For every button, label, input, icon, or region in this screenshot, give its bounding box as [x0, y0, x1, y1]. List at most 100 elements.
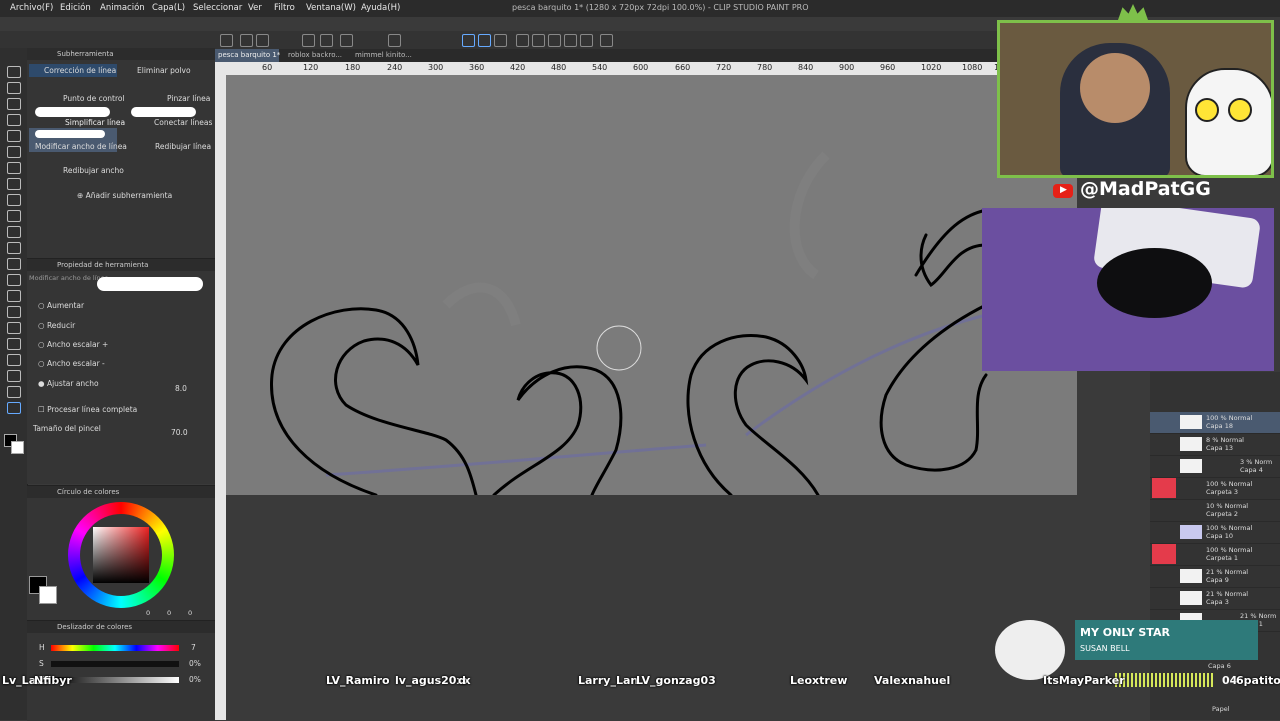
color-slider-header-label: Deslizador de colores — [57, 623, 133, 631]
brush-size-value[interactable]: 70.0 — [171, 428, 188, 437]
new-icon[interactable] — [220, 34, 233, 47]
undo-icon[interactable] — [302, 34, 315, 47]
menu-animacion[interactable]: Animación — [100, 3, 145, 13]
flip-icon[interactable] — [532, 34, 545, 47]
subtool-item-redibujar-linea[interactable]: Redibujar línea — [155, 142, 211, 151]
eyedropper-icon[interactable] — [7, 162, 21, 174]
ruler-tick: 540 — [592, 63, 608, 72]
ruler-tick: 840 — [798, 63, 814, 72]
tab-correccion[interactable]: Corrección de línea — [29, 64, 117, 77]
ruler-tool-icon[interactable] — [7, 354, 21, 366]
menu-archivo[interactable]: Archivo(F) — [10, 3, 53, 13]
process-full-line-checkbox[interactable]: ☐ Procesar línea completa — [38, 405, 137, 414]
layer-row[interactable]: 100 % Normal Capa 18 — [1150, 412, 1280, 434]
layer-mode: Normal — [1228, 414, 1253, 422]
gradient-tool-icon[interactable] — [7, 306, 21, 318]
sub-color-swatch[interactable] — [39, 586, 57, 604]
move-layer-icon[interactable] — [7, 114, 21, 126]
subtool-item-conectar[interactable]: Conectar líneas — [154, 118, 212, 127]
menu-filtro[interactable]: Filtro — [274, 3, 295, 13]
layer-row[interactable]: 100 % Normal Capa 10 — [1150, 522, 1280, 544]
layer-folder-row[interactable]: 10 % Normal Carpeta 2 — [1150, 500, 1280, 522]
hue-slider[interactable] — [51, 645, 179, 651]
magic-wand-icon[interactable] — [7, 146, 21, 158]
zoom-tool-icon[interactable] — [7, 66, 21, 78]
layout-icon[interactable] — [600, 34, 613, 47]
blend-tool-icon[interactable] — [7, 274, 21, 286]
layer-row[interactable]: 8 % Normal Capa 13 — [1150, 434, 1280, 456]
option-ancho-escalar-minus[interactable]: ○ Ancho escalar - — [38, 359, 105, 368]
layer-row[interactable]: 21 % Normal Capa 9 — [1150, 566, 1280, 588]
snap-icon[interactable] — [462, 34, 475, 47]
option-reducir-label: Reducir — [46, 321, 76, 330]
line-correction-tool-icon[interactable] — [7, 402, 21, 414]
open-icon[interactable] — [240, 34, 253, 47]
subtool-item-simplificar[interactable]: Simplificar línea — [65, 118, 125, 127]
tool-palette — [0, 48, 28, 720]
menu-ayuda[interactable]: Ayuda(H) — [361, 3, 400, 13]
layer-row[interactable]: 3 % Norm Capa 4 — [1150, 456, 1280, 478]
pen-tool-icon[interactable] — [7, 178, 21, 190]
play-icon: ▶ — [1060, 185, 1067, 195]
tab-roblox[interactable]: roblox backro... — [288, 51, 342, 59]
viewer-bar: Lv_La... Nfibyr LV_Ramiro lv_agus20xx d … — [0, 670, 1280, 692]
layer-name: Carpeta 2 — [1206, 510, 1239, 518]
redo-icon[interactable] — [320, 34, 333, 47]
eraser-tool-icon[interactable] — [7, 258, 21, 270]
menu-edicion[interactable]: Edición — [60, 3, 91, 13]
saturation-square[interactable] — [93, 527, 149, 583]
layer-row[interactable]: 21 % Normal Capa 3 — [1150, 588, 1280, 610]
fill-tool-icon[interactable] — [7, 290, 21, 302]
transform-icon[interactable] — [388, 34, 401, 47]
pencil-tool-icon[interactable] — [7, 194, 21, 206]
subtool-item-punto-control[interactable]: Punto de control — [63, 94, 125, 103]
rotate-icon[interactable] — [516, 34, 529, 47]
add-subtool-button[interactable]: ⊕ Añadir subherramienta — [77, 191, 172, 200]
brush-tool-icon[interactable] — [7, 210, 21, 222]
layer-folder-row[interactable]: 100 % Normal Carpeta 3 — [1150, 478, 1280, 500]
layer-name: Carpeta 1 — [1206, 554, 1239, 562]
clear-icon[interactable] — [340, 34, 353, 47]
tab-pesca-barquito[interactable]: pesca barquito 1* — [215, 49, 280, 62]
song-title: MY ONLY STAR — [1080, 626, 1170, 639]
lasso-icon[interactable] — [7, 130, 21, 142]
option-reducir[interactable]: ○ Reducir — [38, 321, 75, 330]
saturation-slider[interactable] — [51, 661, 179, 667]
ajustar-value[interactable]: 8.0 — [175, 384, 187, 393]
figure-tool-icon[interactable] — [7, 322, 21, 334]
layer-name-papel[interactable]: Papel — [1212, 705, 1230, 713]
color-wheel[interactable] — [68, 502, 174, 608]
tab-eliminar-polvo[interactable]: Eliminar polvo — [121, 64, 211, 77]
save-icon[interactable] — [256, 34, 269, 47]
menu-ver[interactable]: Ver — [248, 3, 262, 13]
menu-ventana[interactable]: Ventana(W) — [306, 3, 356, 13]
decoration-tool-icon[interactable] — [7, 242, 21, 254]
canvas-drawing[interactable] — [226, 75, 1077, 495]
airbrush-tool-icon[interactable] — [7, 226, 21, 238]
export-icon[interactable] — [580, 34, 593, 47]
pen-icon[interactable] — [494, 34, 507, 47]
frame-tool-icon[interactable] — [7, 338, 21, 350]
move-tool-icon[interactable] — [7, 82, 21, 94]
layer-mode: Normal — [1228, 546, 1253, 554]
text-tool-icon[interactable] — [7, 370, 21, 382]
operation-tool-icon[interactable] — [7, 98, 21, 110]
snap-ruler-icon[interactable] — [478, 34, 491, 47]
crop-icon[interactable] — [564, 34, 577, 47]
horizontal-ruler: 60 120 180 240 300 360 420 480 540 600 6… — [215, 62, 1000, 75]
menu-capa[interactable]: Capa(L) — [152, 3, 185, 13]
balloon-tool-icon[interactable] — [7, 386, 21, 398]
sub-color-swatch[interactable] — [11, 441, 24, 454]
subtool-item-selected[interactable]: Modificar ancho de línea — [29, 128, 127, 152]
option-aumentar[interactable]: ○ Aumentar — [38, 301, 84, 310]
menu-seleccionar[interactable]: Seleccionar — [193, 3, 242, 13]
grid-icon[interactable] — [548, 34, 561, 47]
layer-name-capa6[interactable]: Capa 6 — [1208, 662, 1231, 670]
option-ancho-escalar-plus[interactable]: ○ Ancho escalar + — [38, 340, 108, 349]
option-ajustar-ancho[interactable]: ● Ajustar ancho — [38, 379, 99, 388]
layer-folder-row[interactable]: 100 % Normal Carpeta 1 — [1150, 544, 1280, 566]
subtool-item-redibujar-ancho[interactable]: Redibujar ancho — [63, 166, 124, 175]
layer-name: Carpeta 3 — [1206, 488, 1239, 496]
subtool-item-pinzar[interactable]: Pinzar línea — [167, 94, 210, 103]
tab-mimmel[interactable]: mimmel kinito... — [355, 51, 412, 59]
